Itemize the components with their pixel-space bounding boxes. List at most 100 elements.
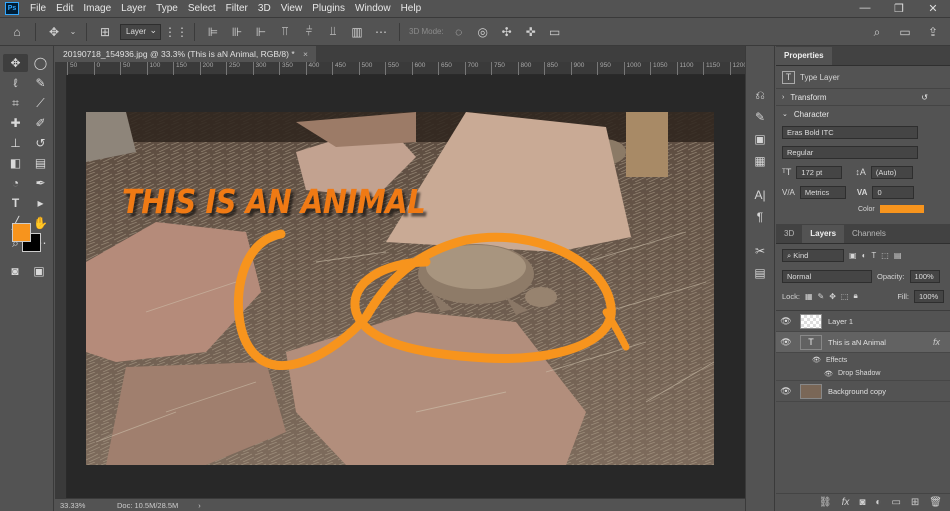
effects-row[interactable]: 👁︎ Effects <box>776 353 950 367</box>
lock-artboard-icon[interactable]: ⬚ <box>841 292 849 301</box>
close-window-button[interactable]: ✕ <box>916 2 950 15</box>
paragraph-icon[interactable]: ¶ <box>746 206 774 228</box>
text-color-swatch[interactable] <box>879 205 924 213</box>
font-family-dropdown[interactable]: Eras Bold ITC <box>782 125 918 139</box>
zoom-level[interactable]: 33.33% <box>55 501 105 510</box>
transform-controls-icon[interactable]: ⋮⋮ <box>164 23 188 41</box>
fill-field[interactable]: 100% <box>914 289 944 303</box>
3d-roll-icon[interactable]: ◎ <box>474 23 492 41</box>
libraries-icon[interactable]: ▤ <box>746 262 774 284</box>
menu-help[interactable]: Help <box>396 0 427 17</box>
eyedropper-tool-icon[interactable]: ⟋ <box>28 94 53 112</box>
align-middle-icon[interactable]: ⫩ <box>300 23 318 41</box>
delete-layer-icon[interactable]: 🗑︎ <box>929 497 942 508</box>
filter-shape-icon[interactable]: ⬚ <box>881 251 889 260</box>
distribute-icon[interactable]: ▥ <box>348 23 366 41</box>
foreground-color-swatch[interactable] <box>12 223 31 242</box>
document-tab[interactable]: 20190718_154936.jpg @ 33.3% (This is aN … <box>55 46 316 62</box>
crop-tool-icon[interactable]: ⌗ <box>3 94 28 112</box>
tab-channels[interactable]: Channels <box>844 225 894 243</box>
menu-image[interactable]: Image <box>78 0 116 17</box>
font-style-dropdown[interactable]: Regular <box>782 145 918 159</box>
new-layer-icon[interactable]: ⊞ <box>911 497 919 508</box>
character-section[interactable]: ⌄ Character <box>776 105 950 122</box>
visibility-eye-icon[interactable]: 👁︎ <box>824 370 838 378</box>
menu-view[interactable]: View <box>276 0 308 17</box>
close-icon[interactable]: × <box>303 49 308 59</box>
visibility-eye-icon[interactable]: 👁︎ <box>812 356 826 364</box>
adjustments-icon[interactable]: ▣ <box>746 128 774 150</box>
menu-type[interactable]: Type <box>151 0 183 17</box>
share-icon[interactable]: ⇪ <box>924 23 942 41</box>
history-brush-tool-icon[interactable]: ↺ <box>28 134 53 152</box>
layer-row[interactable]: 👁︎ T This is aN Animal fx <box>776 332 950 353</box>
font-size-field[interactable]: 172 pt <box>796 165 843 179</box>
visibility-eye-icon[interactable]: 👁︎ <box>776 316 796 327</box>
lock-pixels-icon[interactable]: ✎ <box>818 292 825 301</box>
3d-camera-icon[interactable]: ▭ <box>546 23 564 41</box>
layer-row[interactable]: 👁︎ Layer 1 <box>776 311 950 332</box>
link-layers-icon[interactable]: ⛓︎ <box>819 497 832 508</box>
minimize-button[interactable]: — <box>848 2 882 15</box>
align-right-icon[interactable]: ⊩ <box>252 23 270 41</box>
menu-filter[interactable]: Filter <box>221 0 253 17</box>
3d-pan-icon[interactable]: ✣ <box>498 23 516 41</box>
horizontal-ruler[interactable]: 50 0 50 100 150 200 250 300 350 400 450 500 550 600 65… <box>67 62 747 75</box>
dodge-tool-icon[interactable]: ◔ <box>3 174 28 192</box>
tool-presets-icon[interactable]: ✂ <box>746 240 774 262</box>
reset-icon[interactable]: ↺ <box>921 93 928 102</box>
history-icon[interactable]: ⎌ <box>746 84 774 106</box>
menu-plugins[interactable]: Plugins <box>307 0 350 17</box>
add-style-icon[interactable]: fx <box>842 497 850 508</box>
move-tool-icon[interactable]: ✥ <box>3 54 28 72</box>
gradient-tool-icon[interactable]: ▤ <box>28 154 53 172</box>
chevron-down-icon[interactable]: ⌄ <box>69 23 77 41</box>
marquee-tool-icon[interactable]: ◯ <box>28 54 53 72</box>
tab-layers[interactable]: Layers <box>802 225 845 243</box>
document-canvas[interactable]: THIS IS AN ANIMAL <box>86 112 714 465</box>
visibility-eye-icon[interactable]: 👁︎ <box>776 337 796 348</box>
search-icon[interactable]: ⌕ <box>868 23 886 41</box>
menu-window[interactable]: Window <box>350 0 396 17</box>
new-group-icon[interactable]: ▭ <box>891 497 900 508</box>
drop-shadow-row[interactable]: 👁︎ Drop Shadow <box>776 367 950 381</box>
leading-field[interactable]: (Auto) <box>870 165 913 179</box>
maximize-button[interactable]: ❐ <box>882 2 916 15</box>
screen-mode-icon[interactable]: ▣ <box>30 262 48 280</box>
visibility-eye-icon[interactable]: 👁︎ <box>776 386 796 397</box>
lasso-tool-icon[interactable]: ℓ <box>3 74 28 92</box>
align-center-icon[interactable]: ⊪ <box>228 23 246 41</box>
layer-filter-dropdown[interactable]: ⌕ Kind <box>782 248 844 262</box>
eraser-tool-icon[interactable]: ◧ <box>3 154 28 172</box>
3d-slide-icon[interactable]: ✜ <box>522 23 540 41</box>
align-left-icon[interactable]: ⊫ <box>204 23 222 41</box>
menu-3d[interactable]: 3D <box>253 0 276 17</box>
clone-stamp-tool-icon[interactable]: ⊥ <box>3 134 28 152</box>
home-icon[interactable]: ⌂ <box>8 23 26 41</box>
vertical-ruler[interactable] <box>55 75 67 498</box>
tab-properties[interactable]: Properties <box>776 47 832 65</box>
auto-select-icon[interactable]: ⊞ <box>96 23 114 41</box>
more-options-icon[interactable]: ⋯ <box>372 23 390 41</box>
tab-3d[interactable]: 3D <box>776 225 802 243</box>
opacity-field[interactable]: 100% <box>909 269 940 283</box>
workspace-icon[interactable]: ▭ <box>896 23 914 41</box>
hand-tool-icon[interactable]: ✋ <box>28 214 53 232</box>
menu-layer[interactable]: Layer <box>116 0 151 17</box>
lock-position-icon[interactable]: ✥ <box>829 292 836 301</box>
healing-brush-tool-icon[interactable]: ✚ <box>3 114 28 132</box>
move-tool-icon[interactable]: ✥ <box>45 23 63 41</box>
new-adjustment-icon[interactable]: ◐ <box>875 497 881 508</box>
canvas-headline-text[interactable]: THIS IS AN ANIMAL <box>122 183 426 221</box>
layer-row[interactable]: 👁︎ Background copy <box>776 381 950 402</box>
menu-file[interactable]: File <box>25 0 51 17</box>
quick-select-tool-icon[interactable]: ✎ <box>28 74 53 92</box>
menu-edit[interactable]: Edit <box>51 0 78 17</box>
filter-pixel-icon[interactable]: ▣ <box>849 251 857 260</box>
chevron-right-icon[interactable]: › <box>198 501 201 510</box>
tracking-field[interactable]: 0 <box>872 185 915 199</box>
path-select-tool-icon[interactable]: ▸ <box>28 194 53 212</box>
filter-smart-icon[interactable]: ▤ <box>894 251 902 260</box>
kerning-field[interactable]: Metrics <box>799 185 846 199</box>
swatches-icon[interactable]: ▦ <box>746 150 774 172</box>
